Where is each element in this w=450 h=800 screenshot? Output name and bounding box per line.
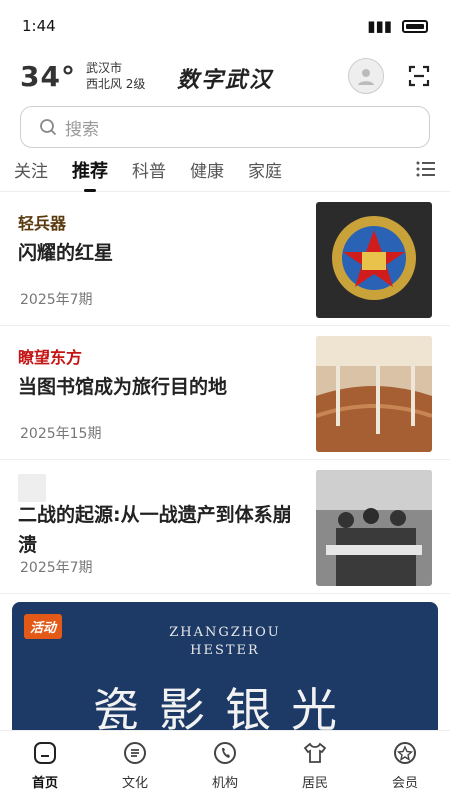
culture-icon xyxy=(124,742,146,764)
weather-info: 武汉市 西北风 2级 xyxy=(86,60,145,92)
app-screen: 1:44 ▮▮▮ 34° 武汉市 西北风 2级 数字武汉 搜索 关注 推荐 科普… xyxy=(0,0,450,800)
nav-home[interactable]: 首页 xyxy=(0,731,90,800)
status-icons: ▮▮▮ xyxy=(367,17,428,35)
nav-institution-label: 机构 xyxy=(211,776,238,791)
source-placeholder xyxy=(18,474,46,502)
avatar[interactable] xyxy=(348,58,384,94)
article-item[interactable]: 轻兵器 闪耀的红星 2025年7期 xyxy=(0,192,450,326)
banner-english: ZHANGZHOU HESTER xyxy=(12,624,438,660)
bottom-nav: 首页 文化 机构 居民 会员 xyxy=(0,730,450,800)
tab-follow[interactable]: 关注 xyxy=(14,157,48,182)
article-item[interactable]: 二战的起源:从一战遗产到体系崩溃 2025年7期 xyxy=(0,460,450,594)
nav-culture-label: 文化 xyxy=(121,776,148,791)
temperature: 34° xyxy=(20,59,76,93)
article-date: 2025年7期 xyxy=(20,292,93,308)
nav-member-label: 会员 xyxy=(391,776,418,791)
article-source: 瞭望东方 xyxy=(18,348,83,367)
banner-english-line1: ZHANGZHOU xyxy=(169,625,281,640)
tab-science[interactable]: 科普 xyxy=(132,157,166,182)
battery-icon xyxy=(402,19,428,33)
article-title: 二战的起源:从一战遗产到体系崩溃 xyxy=(18,504,292,556)
article-title: 当图书馆成为旅行目的地 xyxy=(18,376,228,398)
article-title: 闪耀的红星 xyxy=(18,242,114,264)
tab-bar: 关注 推荐 科普 健康 家庭 xyxy=(0,148,450,192)
article-thumbnail xyxy=(316,470,432,586)
banner-english-line2: HESTER xyxy=(190,643,260,658)
nav-resident[interactable]: 居民 xyxy=(270,731,360,800)
search-icon xyxy=(40,119,57,136)
home-icon xyxy=(34,742,56,764)
nav-resident-label: 居民 xyxy=(301,776,328,791)
search-input[interactable]: 搜索 xyxy=(20,106,430,148)
status-bar: 1:44 ▮▮▮ xyxy=(0,0,450,52)
menu-icon[interactable] xyxy=(416,160,436,178)
phone-icon xyxy=(214,742,236,764)
status-time: 1:44 xyxy=(22,17,56,35)
article-date: 2025年15期 xyxy=(20,426,102,442)
article-date: 2025年7期 xyxy=(20,560,93,576)
signal-icon: ▮▮▮ xyxy=(367,17,392,35)
promo-banner[interactable]: 活动 ZHANGZHOU HESTER 瓷影银光 xyxy=(12,602,438,742)
wind-label: 西北风 2级 xyxy=(85,77,146,91)
search-placeholder: 搜索 xyxy=(65,119,99,140)
tab-recommend[interactable]: 推荐 xyxy=(72,157,108,183)
article-item[interactable]: 瞭望东方 当图书馆成为旅行目的地 2025年15期 xyxy=(0,326,450,460)
header: 34° 武汉市 西北风 2级 数字武汉 xyxy=(0,52,450,100)
article-source: 轻兵器 xyxy=(18,214,67,233)
user-icon xyxy=(358,69,374,85)
app-logo: 数字武汉 xyxy=(176,67,274,93)
nav-home-label: 首页 xyxy=(31,776,58,791)
article-thumbnail xyxy=(316,202,432,318)
city-label: 武汉市 xyxy=(85,61,122,75)
member-icon xyxy=(394,742,416,764)
tab-family[interactable]: 家庭 xyxy=(248,157,282,182)
article-thumbnail xyxy=(316,336,432,452)
shirt-icon xyxy=(303,742,327,763)
tab-health[interactable]: 健康 xyxy=(190,157,224,182)
nav-culture[interactable]: 文化 xyxy=(90,731,180,800)
nav-institution[interactable]: 机构 xyxy=(180,731,270,800)
nav-member[interactable]: 会员 xyxy=(360,731,450,800)
scan-icon[interactable] xyxy=(408,65,430,87)
